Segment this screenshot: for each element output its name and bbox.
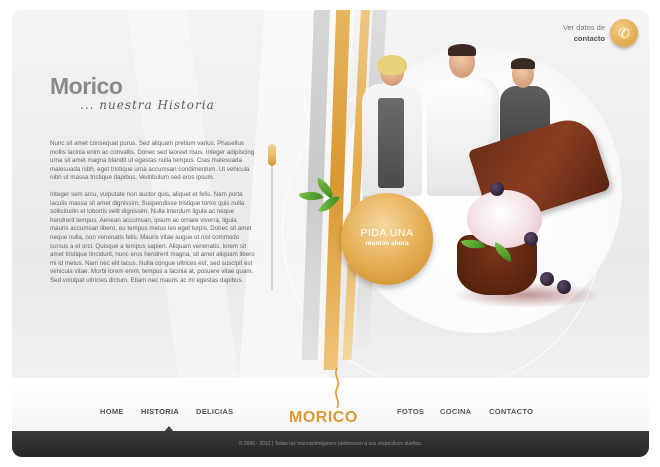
phone-icon[interactable]: ✆ [610,19,638,47]
berry-image [540,272,554,286]
copyright-text: © 2006 - 2012 | Todas las marcas/imágene… [238,441,423,447]
nav-home[interactable]: HOME [100,407,124,416]
page-frame: Ver datos de contacto ✆ Morico ... nuest… [12,10,649,457]
scrollbar-track[interactable] [271,150,273,290]
scrollbar-thumb[interactable] [268,144,276,166]
contact-line2: contacto [573,34,605,43]
page-title: Morico [50,73,123,99]
nav-delicias[interactable]: DELICIAS [196,407,233,416]
history-text: Nunc sit amet consequat purus. Sed aliqu… [50,140,256,286]
nav-cocina[interactable]: COCINA [440,407,471,416]
nav-fotos[interactable]: FOTOS [397,407,424,416]
contact-line1: Ver datos de [562,23,605,32]
berry-image [524,232,538,246]
page-subtitle: ... nuestra Historia [80,98,215,112]
cta-line1: PIDA UNA [360,227,414,239]
paragraph: Integer sem arcu, vulputate non auctor q… [50,190,255,284]
contact-link[interactable]: Ver datos de contacto [563,22,605,44]
nav-historia[interactable]: HISTORIA [141,407,179,416]
cta-line2: reunion ahora [365,240,409,247]
site-logo[interactable]: MORICO [289,409,358,427]
berry-image [490,182,504,196]
footer: © 2006 - 2012 | Todas las marcas/imágene… [12,431,649,457]
berry-image [557,280,571,294]
request-meeting-button[interactable]: PIDA UNA reunion ahora [341,193,433,285]
logo-swirl-icon [335,368,339,408]
nav-contacto[interactable]: CONTACTO [489,407,533,416]
paragraph: Nunc sit amet consequat purus. Sed aliqu… [50,140,255,182]
